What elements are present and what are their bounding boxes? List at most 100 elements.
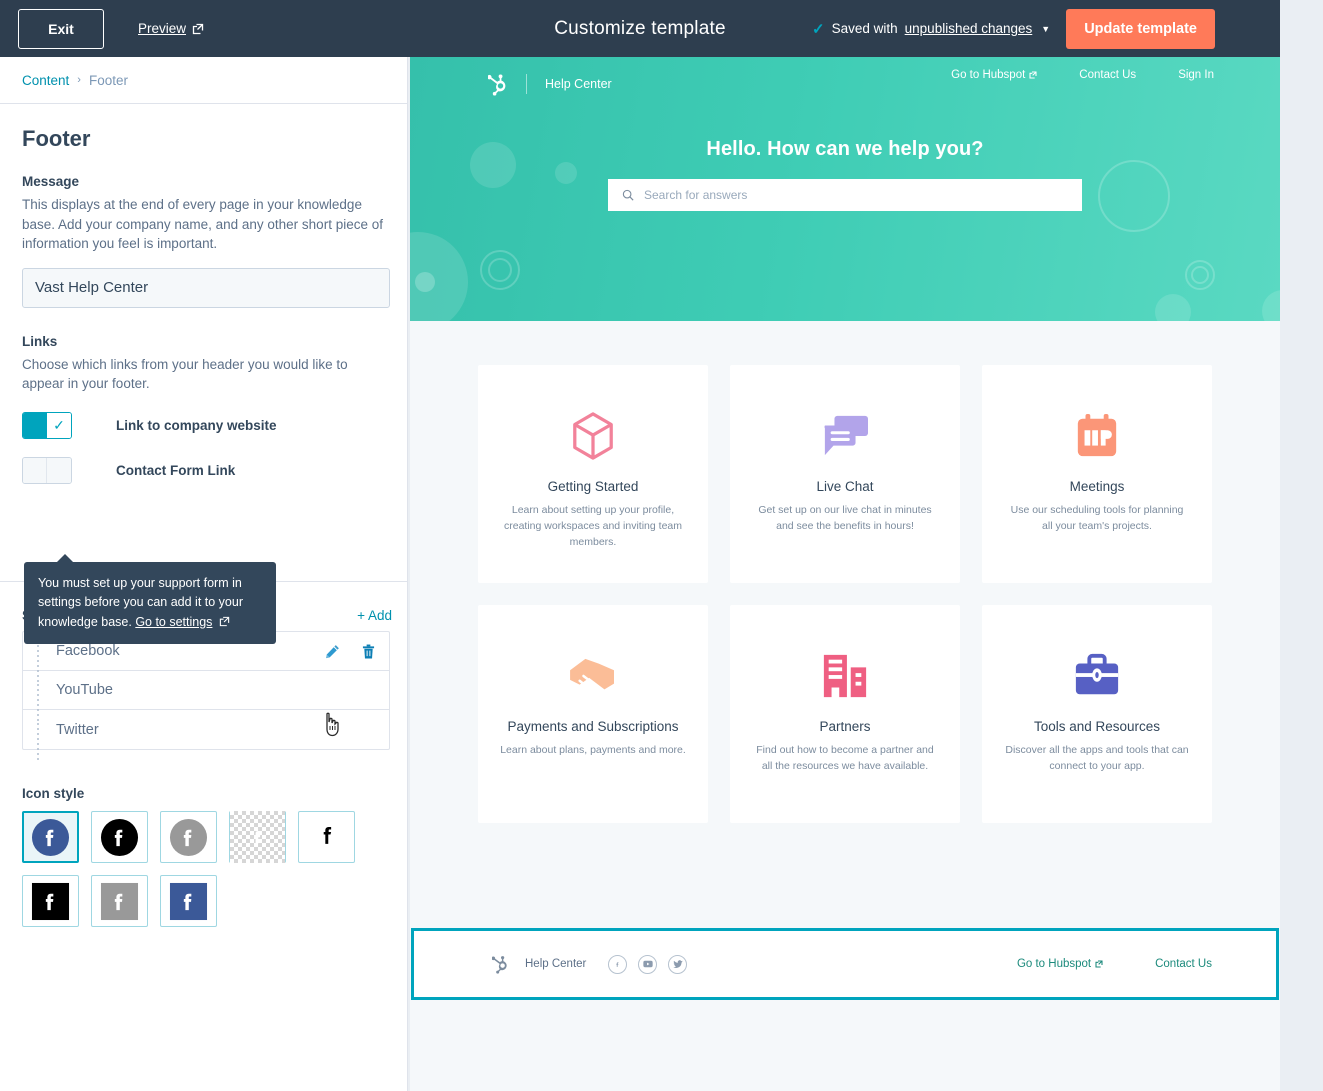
decorative-circle — [415, 272, 435, 292]
chat-bubbles-icon — [820, 407, 870, 465]
topbar-right-filler — [1280, 0, 1323, 57]
facebook-icon — [169, 818, 208, 856]
toggle-row-company-website: ✓ Link to company website — [22, 411, 387, 439]
icon-style-gray-circle[interactable] — [160, 811, 217, 863]
footer-link-go-to-hubspot[interactable]: Go to Hubspot — [1017, 958, 1103, 970]
top-toolbar: Exit Preview Customize template ✓ Saved … — [0, 0, 1280, 57]
icon-style-plain-black-glyph[interactable] — [298, 811, 355, 863]
toggle-label-contact-form: Contact Form Link — [116, 462, 236, 478]
facebook-icon — [323, 827, 331, 844]
icon-style-grid — [22, 811, 392, 927]
youtube-icon[interactable] — [638, 954, 658, 974]
facebook-icon — [100, 882, 139, 920]
decorative-ring — [1191, 266, 1209, 284]
decorative-ring — [1098, 160, 1170, 232]
facebook-icon[interactable] — [608, 954, 628, 974]
external-link-icon — [1095, 960, 1103, 968]
external-link-icon — [219, 616, 230, 626]
chevron-down-icon[interactable]: ▼ — [1041, 24, 1050, 34]
drag-handle-icon[interactable] — [35, 643, 42, 682]
icon-style-transparent-white[interactable] — [229, 811, 286, 863]
kb-card-desc: Discover all the apps and tools that can… — [1005, 744, 1189, 772]
kb-card-payments[interactable]: Payments and Subscriptions Learn about p… — [478, 605, 708, 823]
icon-style-black-circle[interactable] — [91, 811, 148, 863]
search-icon — [622, 189, 634, 201]
kb-card-title: Meetings — [1069, 479, 1125, 494]
toggle-contact-form-link[interactable] — [22, 456, 72, 484]
preview-link[interactable]: Preview — [138, 21, 204, 36]
list-item[interactable]: YouTube — [23, 671, 389, 721]
decorative-circle — [555, 162, 577, 184]
toggle-row-contact-form: Contact Form Link — [22, 456, 387, 484]
exit-button[interactable]: Exit — [18, 8, 104, 49]
drag-handle-icon[interactable] — [35, 722, 42, 760]
nav-link-contact-us[interactable]: Contact Us — [1079, 69, 1136, 81]
kb-card-meetings[interactable]: Meetings Use our scheduling tools for pl… — [982, 365, 1212, 583]
message-input[interactable] — [22, 267, 390, 308]
sidebar-title: Footer — [22, 126, 91, 151]
decorative-ring — [488, 258, 512, 282]
sidebar-body: Footer Message This displays at the end … — [0, 104, 407, 484]
external-link-icon — [1029, 71, 1037, 79]
icon-style-blue-circle[interactable] — [22, 811, 79, 863]
icon-style-title: Icon style — [22, 786, 85, 801]
kb-card-title: Tools and Resources — [1033, 719, 1161, 734]
kb-card-title: Live Chat — [816, 479, 874, 494]
mouse-cursor-icon — [322, 712, 344, 743]
toggle-link-to-company-website[interactable]: ✓ — [22, 411, 72, 439]
template-preview: Help Center Go to Hubspot Contact Us Sig… — [410, 57, 1280, 1091]
kb-footer-socials — [608, 954, 688, 974]
edit-pencil-icon[interactable] — [325, 644, 340, 659]
breadcrumb-current: Footer — [88, 72, 128, 88]
message-help-text: This displays at the end of every page i… — [22, 197, 383, 252]
facebook-icon — [31, 882, 70, 920]
toggle-right-half — [47, 457, 71, 483]
nav-link-sign-in[interactable]: Sign In — [1178, 69, 1214, 81]
kb-card-partners[interactable]: Partners Find out how to become a partne… — [730, 605, 960, 823]
hubspot-logo-icon — [488, 74, 506, 95]
facebook-icon — [100, 818, 139, 856]
facebook-icon — [31, 818, 70, 856]
drag-handle-icon[interactable] — [35, 682, 42, 721]
kb-card-desc: Learn about setting up your profile, cre… — [503, 504, 682, 548]
icon-style-black-square[interactable] — [22, 875, 79, 927]
kb-card-live-chat[interactable]: Live Chat Get set up on our live chat in… — [730, 365, 960, 583]
kb-card-desc: Find out how to become a partner and all… — [756, 744, 934, 772]
kb-card-desc: Use our scheduling tools for planning al… — [1010, 504, 1184, 532]
kb-category-grid: Getting Started Learn about setting up y… — [410, 321, 1280, 823]
facebook-icon — [169, 882, 208, 920]
preview-label: Preview — [138, 21, 187, 36]
nav-link-go-to-hubspot[interactable]: Go to Hubspot — [951, 69, 1037, 81]
icon-style-blue-square[interactable] — [160, 875, 217, 927]
kb-top-nav: Help Center Go to Hubspot Contact Us Sig… — [410, 57, 1280, 102]
kb-footer-selected[interactable]: Help Center Go to Hubspot Contact Us — [411, 928, 1279, 1000]
add-social-network-button[interactable]: + Add — [357, 608, 392, 623]
breadcrumb: Content › Footer — [0, 57, 407, 104]
saved-prefix: Saved with — [831, 21, 898, 36]
kb-search-bar[interactable]: Search for answers — [608, 179, 1082, 211]
icon-style-gray-square[interactable] — [91, 875, 148, 927]
kb-card-tools[interactable]: Tools and Resources Discover all the app… — [982, 605, 1212, 823]
external-link-icon — [192, 23, 204, 34]
footer-link-contact-us[interactable]: Contact Us — [1155, 958, 1212, 970]
kb-footer-left: Help Center — [492, 954, 688, 974]
kb-brand-name: Help Center — [526, 73, 612, 94]
calendar-icon — [1074, 407, 1120, 465]
go-to-settings-link[interactable]: Go to settings — [135, 615, 212, 629]
preview-right-strip — [1280, 57, 1323, 1091]
facebook-icon — [253, 831, 260, 844]
toolbox-icon — [1072, 647, 1122, 705]
check-icon: ✓ — [47, 412, 71, 438]
kb-card-title: Getting Started — [547, 479, 639, 494]
buildings-icon — [821, 647, 869, 705]
kb-nav-links: Go to Hubspot Contact Us Sign In — [951, 69, 1214, 81]
links-help-text: Choose which links from your header you … — [22, 356, 348, 392]
update-template-button[interactable]: Update template — [1066, 8, 1215, 49]
twitter-icon[interactable] — [668, 954, 688, 974]
social-item-actions — [325, 644, 375, 659]
breadcrumb-content-link[interactable]: Content — [22, 73, 69, 88]
kb-footer-links: Go to Hubspot Contact Us — [1017, 958, 1212, 970]
unpublished-changes-link[interactable]: unpublished changes — [905, 21, 1033, 36]
delete-trash-icon[interactable] — [362, 644, 375, 659]
kb-card-getting-started[interactable]: Getting Started Learn about setting up y… — [478, 365, 708, 583]
